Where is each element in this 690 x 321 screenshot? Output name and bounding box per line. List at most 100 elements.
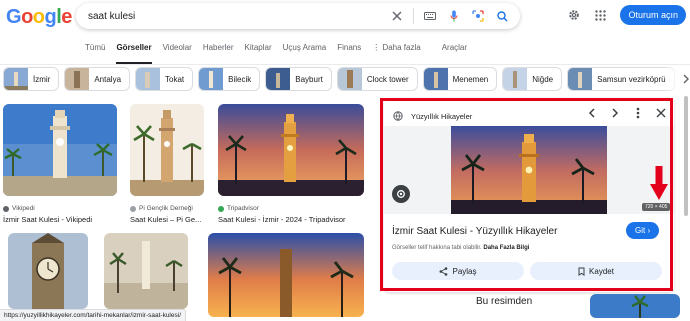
result-thumbnail-big-ben[interactable] [8, 233, 88, 309]
status-bar-url: https://yuzyillikhikayeler.com/tarihi-me… [0, 309, 186, 321]
chevron-right-icon[interactable] [608, 106, 622, 120]
chip-bayburt[interactable]: Bayburt [265, 67, 332, 91]
more-dots-icon: ⋮ [372, 43, 383, 52]
learn-more-link[interactable]: Daha Fazla Bilgi [483, 245, 529, 251]
panel-nav [585, 106, 668, 120]
header-actions: Oturum açın [564, 5, 690, 25]
result-source[interactable]: Pi Gençlik Derneği [130, 205, 204, 212]
panel-scrollbar[interactable] [684, 96, 688, 216]
source-name: Vikipedi [12, 205, 35, 212]
lens-icon[interactable] [468, 6, 488, 26]
image-result[interactable]: Vikipedi İzmir Saat Kulesi - Vikipedi [3, 104, 117, 224]
chevron-left-icon[interactable] [585, 106, 599, 120]
chip-bilecik[interactable]: Bilecik [198, 67, 261, 91]
tab-images[interactable]: Görseller [116, 40, 152, 64]
visit-label: Git [635, 226, 646, 235]
lens-search-icon [397, 190, 405, 198]
chip-izmir[interactable]: İzmir [3, 67, 60, 91]
chip-label: Antalya [94, 74, 122, 84]
search-icon[interactable] [492, 6, 512, 26]
source-favicon-icon [130, 205, 136, 212]
related-card-title[interactable]: Bu resimden [476, 296, 532, 307]
more-vert-icon[interactable] [631, 106, 645, 120]
chip-thumbnail [266, 68, 291, 90]
tab-more[interactable]: ⋮ Daha fazla [372, 40, 420, 64]
chip-label: Bayburt [295, 74, 323, 84]
chip-antalya[interactable]: Antalya [64, 67, 131, 91]
result-title[interactable]: Saat Kulesi – Pi Ge... [130, 215, 204, 224]
apps-grid-icon[interactable] [590, 5, 610, 25]
preview-image-frame [384, 126, 674, 214]
related-chips: İzmir Antalya Tokat Bilecik Bayburt Cloc… [3, 67, 680, 91]
chip-label: Menemen [452, 74, 489, 84]
chip-thumbnail [568, 68, 593, 90]
result-thumbnail[interactable] [130, 104, 204, 196]
keyboard-icon[interactable] [420, 6, 440, 26]
result-thumbnail[interactable] [3, 104, 117, 196]
chip-label: Niğde [532, 74, 554, 84]
related-card-thumbnail[interactable] [590, 294, 680, 318]
google-logo[interactable]: Google [6, 6, 72, 29]
preview-title[interactable]: İzmir Saat Kulesi - Yüzyıllık Hikayeler [392, 226, 557, 237]
result-source[interactable]: Tripadvisor [218, 205, 364, 212]
settings-gear-icon[interactable] [564, 5, 584, 25]
chip-label: Clock tower [366, 74, 409, 84]
logo-letter: G [6, 6, 22, 28]
chevron-right-icon: › [647, 226, 651, 235]
chip-tokat[interactable]: Tokat [135, 67, 194, 91]
tab-news[interactable]: Haberler [203, 40, 234, 64]
preview-image[interactable] [451, 126, 607, 214]
sign-in-button[interactable]: Oturum açın [620, 5, 686, 25]
chip-thumbnail [136, 68, 161, 90]
save-button[interactable]: Kaydet [530, 262, 662, 280]
chip-thumbnail [337, 68, 362, 90]
result-thumbnail-sunset[interactable] [208, 233, 364, 317]
chip-thumbnail [4, 68, 28, 90]
share-label: Paylaş [452, 266, 477, 276]
chip-clock-tower[interactable]: Clock tower [336, 67, 418, 91]
result-thumbnail[interactable] [218, 104, 364, 196]
search-box[interactable]: saat kulesi [76, 3, 520, 29]
image-result[interactable]: Tripadvisor Saat Kulesi - İzmir - 2024 -… [218, 104, 364, 224]
source-name: Tripadvisor [227, 205, 259, 212]
copyright-note: Görseller telif hakkına tabi olabilir. D… [392, 245, 529, 251]
chip-menemen[interactable]: Menemen [422, 67, 498, 91]
result-title[interactable]: Saat Kulesi - İzmir - 2024 - Tripadvisor [218, 215, 364, 224]
result-thumbnail-square[interactable] [104, 233, 188, 309]
result-title[interactable]: İzmir Saat Kulesi - Vikipedi [3, 215, 117, 224]
clear-icon[interactable] [387, 6, 407, 26]
chip-label: Bilecik [228, 74, 252, 84]
globe-icon [393, 111, 403, 121]
chip-label: Tokat [165, 74, 185, 84]
panel-site-name[interactable]: Yüzyıllık Hikayeler [411, 112, 472, 121]
tab-all[interactable]: Tümü [85, 40, 105, 64]
logo-letter: g [44, 6, 57, 28]
share-button[interactable]: Paylaş [392, 262, 524, 280]
chip-nigde[interactable]: Niğde [502, 67, 563, 91]
copyright-text: Görseller telif hakkına tabi olabilir. [392, 245, 482, 251]
logo-letter: o [21, 6, 33, 28]
chip-label: Samsun vezirköprü [597, 74, 666, 84]
chip-samsun-vezirkopru[interactable]: Samsun vezirköprü [567, 67, 675, 91]
image-result[interactable]: Pi Gençlik Derneği Saat Kulesi – Pi Ge..… [130, 104, 204, 224]
search-input[interactable]: saat kulesi [88, 11, 387, 22]
image-dimensions: 720 × 405 [642, 203, 671, 211]
share-icon [439, 266, 448, 276]
search-tabs: Tümü Görseller Videolar Haberler Kitapla… [85, 40, 478, 64]
visual-search-button[interactable] [392, 185, 410, 203]
bookmark-icon [578, 267, 585, 276]
visit-button[interactable]: Git › [626, 222, 660, 239]
tools-button[interactable]: Araçlar [442, 40, 467, 64]
chips-scroll-right[interactable] [664, 66, 690, 92]
source-name: Pi Gençlik Derneği [139, 205, 193, 212]
tab-books[interactable]: Kitaplar [245, 40, 272, 64]
close-icon[interactable] [654, 106, 668, 120]
tab-more-label: Daha fazla [382, 43, 421, 52]
image-preview-panel: Yüzyıllık Hikayeler 720 × 405 İzmir Saat… [384, 98, 674, 292]
red-arrow-icon [650, 166, 668, 200]
tab-videos[interactable]: Videolar [163, 40, 192, 64]
result-source[interactable]: Vikipedi [3, 205, 117, 212]
tab-flights[interactable]: Uçuş Arama [283, 40, 327, 64]
tab-finance[interactable]: Finans [337, 40, 361, 64]
microphone-icon[interactable] [444, 6, 464, 26]
